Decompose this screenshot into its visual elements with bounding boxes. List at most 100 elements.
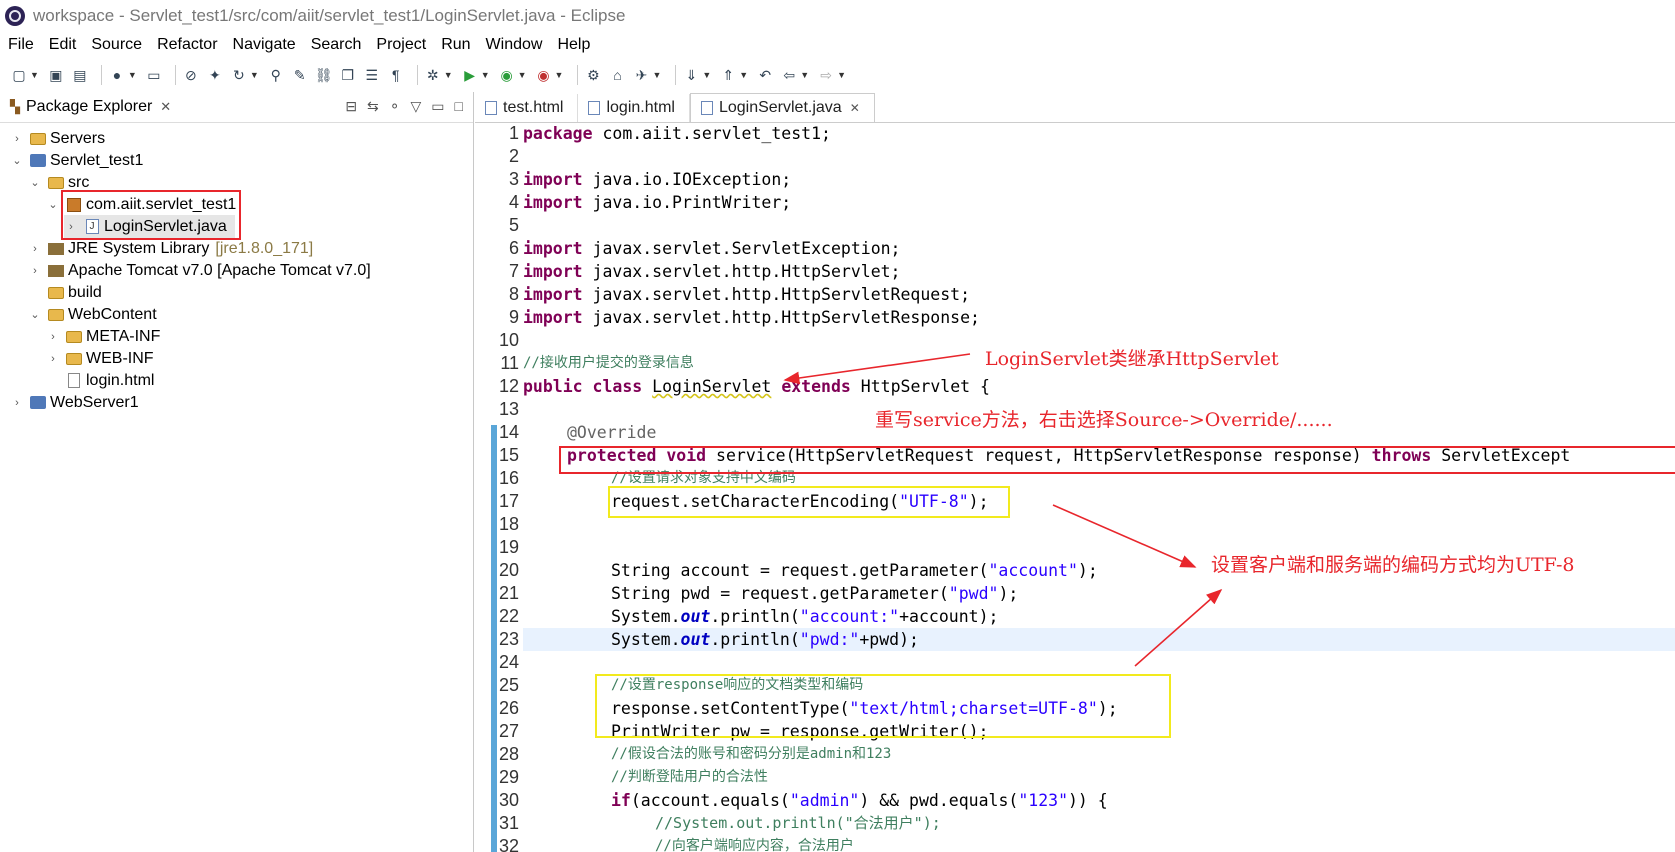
tree-item-webcontent[interactable]: ⌄ WebContent: [28, 303, 156, 326]
package-explorer-panel: ▚ Package Explorer ✕ ⊟ ⇆ ⚬ ▽ ▭ □ › Server…: [0, 92, 474, 852]
menu-bar: File Edit Source Refactor Navigate Searc…: [0, 32, 1675, 58]
prev-annotation-icon[interactable]: ⇑: [719, 66, 737, 84]
pilcrow-icon[interactable]: ¶: [387, 66, 405, 84]
skip-breakpoints-icon[interactable]: ⊘: [182, 66, 200, 84]
link-icon[interactable]: ⛓: [315, 66, 333, 84]
tree-item-servlet-test1[interactable]: ⌄ Servlet_test1: [10, 149, 143, 172]
maximize-icon[interactable]: □: [455, 98, 463, 115]
chevron-down-icon[interactable]: ▼: [652, 70, 661, 80]
debug-icon[interactable]: ✲: [424, 66, 442, 84]
list-icon[interactable]: ☰: [363, 66, 381, 84]
menu-window[interactable]: Window: [486, 36, 543, 54]
code-editor[interactable]: 1 package com.aiit.servlet_test1; 2 3 impo…: [475, 122, 1675, 852]
tree-item-label: JRE System Library: [68, 239, 210, 257]
collapse-all-icon[interactable]: ⊟: [345, 98, 357, 115]
chevron-right-icon[interactable]: ›: [28, 243, 42, 255]
tab-test-html[interactable]: test.html: [475, 94, 579, 122]
tab-label: LoginServlet.java: [718, 99, 842, 116]
chevron-down-icon[interactable]: ▼: [739, 70, 748, 80]
menu-edit[interactable]: Edit: [49, 36, 77, 54]
last-edit-icon[interactable]: ↶: [756, 66, 774, 84]
copy-icon[interactable]: ❐: [339, 66, 357, 84]
toolbar-separator: [675, 65, 677, 85]
tab-login-html[interactable]: login.html: [578, 94, 690, 122]
chevron-down-icon[interactable]: ▼: [128, 70, 137, 80]
package-explorer-toolbar: ⊟ ⇆ ⚬ ▽ ▭ □: [345, 98, 463, 115]
tree-item-label: build: [68, 283, 102, 301]
menu-help[interactable]: Help: [557, 36, 590, 54]
html-file-icon: [588, 101, 601, 115]
tree-item-login-html[interactable]: login.html: [46, 369, 154, 392]
toolbar-separator: [174, 65, 176, 85]
tree-item-tomcat[interactable]: › Apache Tomcat v7.0 [Apache Tomcat v7.0]: [28, 259, 371, 282]
open-type-icon[interactable]: ⚙: [584, 66, 602, 84]
tree-item-suffix: [jre1.8.0_171]: [215, 239, 314, 257]
chevron-right-icon[interactable]: ›: [28, 265, 42, 277]
menu-refactor[interactable]: Refactor: [157, 36, 217, 54]
build-icon[interactable]: ✦: [206, 66, 224, 84]
back-icon[interactable]: ⇦: [780, 66, 798, 84]
minimize-icon[interactable]: ▭: [431, 98, 444, 115]
chevron-down-icon[interactable]: ▼: [702, 70, 711, 80]
annotation-arrows: [783, 353, 1223, 667]
tree-item-jre[interactable]: › JRE System Library [jre1.8.0_171]: [28, 237, 313, 260]
run-icon[interactable]: ▶: [461, 66, 479, 84]
chevron-down-icon[interactable]: ▼: [481, 70, 490, 80]
chevron-down-icon[interactable]: ⌄: [28, 308, 42, 321]
project-icon: [30, 396, 46, 409]
view-menu-icon[interactable]: ▽: [411, 98, 422, 115]
refresh-icon[interactable]: ↻: [230, 66, 248, 84]
close-icon[interactable]: ✕: [160, 99, 171, 115]
tree-item-servers[interactable]: › Servers: [10, 127, 105, 150]
open-folder-icon[interactable]: ⌂: [608, 66, 626, 84]
close-icon[interactable]: ✕: [850, 101, 860, 115]
menu-run[interactable]: Run: [441, 36, 470, 54]
tree-item-web-inf[interactable]: › WEB-INF: [46, 347, 153, 370]
filter-icon[interactable]: ⚬: [389, 98, 401, 115]
chevron-down-icon[interactable]: ▼: [30, 70, 39, 80]
save-all-icon[interactable]: ▤: [71, 66, 89, 84]
forward-icon[interactable]: ⇨: [817, 66, 835, 84]
menu-project[interactable]: Project: [376, 36, 426, 54]
tree-item-meta-inf[interactable]: › META-INF: [46, 325, 160, 348]
chevron-right-icon[interactable]: ›: [46, 331, 60, 343]
chevron-down-icon[interactable]: ⌄: [28, 176, 42, 189]
terminal-icon[interactable]: ▭: [145, 66, 163, 84]
chevron-down-icon[interactable]: ▼: [250, 70, 259, 80]
link-editor-icon[interactable]: ⇆: [367, 98, 379, 115]
chevron-down-icon[interactable]: ▼: [518, 70, 527, 80]
toolbar-separator: [416, 65, 418, 85]
tree-item-build[interactable]: build: [28, 281, 102, 304]
tab-label: test.html: [503, 99, 564, 116]
menu-search[interactable]: Search: [311, 36, 362, 54]
menu-navigate[interactable]: Navigate: [233, 36, 296, 54]
next-annotation-icon[interactable]: ⇓: [682, 66, 700, 84]
chevron-down-icon[interactable]: ▼: [555, 70, 564, 80]
package-explorer-title[interactable]: Package Explorer: [26, 98, 152, 116]
folder-icon: [66, 352, 82, 365]
java-file-icon: [700, 101, 713, 115]
arrow-response-encoding: [1134, 588, 1223, 667]
chevron-right-icon[interactable]: ›: [46, 353, 60, 365]
coverage-icon[interactable]: ◉: [498, 66, 516, 84]
chevron-down-icon[interactable]: ▼: [800, 70, 809, 80]
chevron-right-icon[interactable]: ›: [10, 133, 24, 145]
save-icon[interactable]: ▣: [47, 66, 65, 84]
chevron-down-icon[interactable]: ⌄: [46, 198, 60, 211]
new-icon[interactable]: ▢: [10, 66, 28, 84]
chevron-right-icon[interactable]: ›: [10, 397, 24, 409]
menu-file[interactable]: File: [8, 36, 34, 54]
external-tools-icon[interactable]: ◉: [535, 66, 553, 84]
chevron-down-icon[interactable]: ▼: [444, 70, 453, 80]
chevron-down-icon[interactable]: ▼: [837, 70, 846, 80]
chevron-down-icon[interactable]: ⌄: [10, 154, 24, 167]
tree-item-webserver1[interactable]: › WebServer1: [10, 391, 138, 414]
pin-icon[interactable]: ⚲: [267, 66, 285, 84]
menu-source[interactable]: Source: [91, 36, 142, 54]
task-icon[interactable]: ✈: [632, 66, 650, 84]
main-toolbar: ▢ ▼ ▣ ▤ ● ▼ ▭ ⊘ ✦ ↻ ▼ ⚲ ✎ ⛓ ❐ ☰ ¶ ✲ ▼ ▶ ▼ ◉ ▼ …: [0, 58, 1675, 92]
profile-icon[interactable]: ●: [108, 66, 126, 84]
brush-icon[interactable]: ✎: [291, 66, 309, 84]
tab-loginservlet-java[interactable]: LoginServlet.java ✕: [689, 93, 875, 122]
html-file-icon: [485, 101, 497, 115]
